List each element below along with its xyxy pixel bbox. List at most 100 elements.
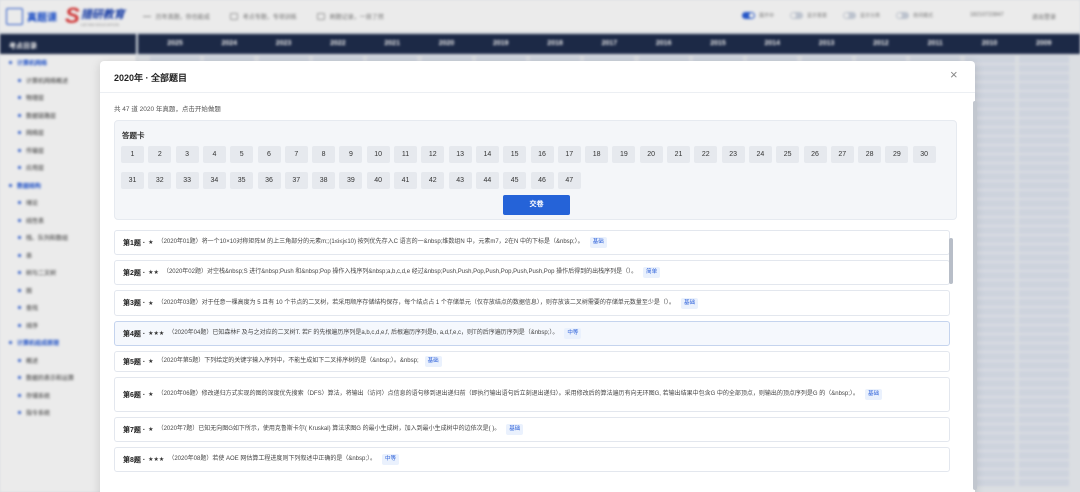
question-number-button[interactable]: 44 xyxy=(475,172,499,189)
question-text-wrap: （2020年01题）将一个10×10对称矩阵M 的上三角部分的元素m;;(1≤i… xyxy=(158,237,941,248)
question-number-button[interactable]: 18 xyxy=(585,146,609,163)
difficulty-stars: ★ xyxy=(148,392,154,398)
question-number-button[interactable]: 33 xyxy=(175,172,199,189)
question-text: （2020年7题）已知无向图G如下所示，使用克鲁斯卡尔( Kruskal) 算法… xyxy=(157,426,501,432)
difficulty-badge: 基础 xyxy=(506,424,524,435)
question-number-button[interactable]: 9 xyxy=(339,146,363,163)
question-number: 第5题 · xyxy=(123,358,146,366)
modal-scroll-thumb[interactable] xyxy=(973,101,977,490)
year-questions-modal: 2020年 · 全部题目 × 共 47 道 2020 年真题，点击开始做题 答题… xyxy=(100,61,975,492)
difficulty-stars: ★ xyxy=(148,427,154,433)
question-text: （2020年01题）将一个10×10对称矩阵M 的上三角部分的元素m;;(1≤i… xyxy=(157,239,584,245)
question-number-button[interactable]: 12 xyxy=(421,146,445,163)
question-row[interactable]: 第8题 · ★★★ （2020年08题）若使 AOE 网估算工程进度则下列叙述中正确… xyxy=(114,447,950,472)
question-number-button[interactable]: 3 xyxy=(175,146,199,163)
question-number-button[interactable]: 26 xyxy=(803,146,827,163)
question-list: 第1题 · ★ （2020年01题）将一个10×10对称矩阵M 的上三角部分的元素m… xyxy=(114,230,950,492)
question-number-button[interactable]: 27 xyxy=(830,146,854,163)
question-number-button[interactable]: 25 xyxy=(776,146,800,163)
difficulty-stars: ★★★ xyxy=(148,457,165,463)
question-number-button[interactable]: 6 xyxy=(257,146,281,163)
question-number-button[interactable]: 7 xyxy=(284,146,308,163)
question-number-button[interactable]: 1 xyxy=(121,146,144,163)
question-number-button[interactable]: 45 xyxy=(503,172,527,189)
question-number-button[interactable]: 8 xyxy=(312,146,336,163)
question-number-button[interactable]: 10 xyxy=(366,146,390,163)
question-text: （2020年02题）对空栈&nbsp;S 进行&nbsp;Push 和&nbsp… xyxy=(162,269,638,275)
question-number-button[interactable]: 23 xyxy=(721,146,745,163)
difficulty-stars: ★★ xyxy=(148,270,159,276)
question-number-button[interactable]: 42 xyxy=(421,172,445,189)
question-text: （2020年第5题）下列给定的关键字输入序列中，不能生成如下二叉排序树的是（&n… xyxy=(157,358,419,364)
question-row[interactable]: 第2题 · ★★ （2020年02题）对空栈&nbsp;S 进行&nbsp;Push… xyxy=(114,260,950,285)
question-number-button[interactable]: 14 xyxy=(475,146,499,163)
question-number-button[interactable]: 35 xyxy=(230,172,254,189)
modal-description: 共 47 道 2020 年真题，点击开始做题 xyxy=(114,106,221,113)
question-number-button[interactable]: 2 xyxy=(148,146,172,163)
difficulty-badge: 基础 xyxy=(680,297,698,309)
question-text-wrap: （2020年08题）若使 AOE 网估算工程进度则下列叙述中正确的是（&nbsp… xyxy=(168,454,941,465)
question-text-wrap: （2020年03题）对于任意一棵高度为 5 且有 10 个节点的二叉树，若采用顺… xyxy=(157,297,941,309)
question-text: （2020年08题）若使 AOE 网估算工程进度则下列叙述中正确的是（&nbsp… xyxy=(168,456,377,462)
question-row[interactable]: 第5题 · ★ （2020年第5题）下列给定的关键字输入序列中，不能生成如下二叉排序… xyxy=(114,351,950,372)
question-number-button[interactable]: 34 xyxy=(202,172,226,189)
question-number-button[interactable]: 30 xyxy=(912,146,936,163)
question-number-button[interactable]: 13 xyxy=(448,146,472,163)
question-number-button[interactable]: 15 xyxy=(503,146,527,163)
question-number-button[interactable]: 4 xyxy=(202,146,226,163)
difficulty-badge: 基础 xyxy=(864,389,882,400)
question-row[interactable]: 第7题 · ★ （2020年7题）已知无向图G如下所示，使用克鲁斯卡尔( Krusk… xyxy=(114,417,950,442)
question-number: 第6题 · xyxy=(123,391,146,399)
question-number: 第7题 · xyxy=(123,426,146,434)
question-number-button[interactable]: 47 xyxy=(557,172,581,189)
question-row[interactable]: 第1题 · ★ （2020年01题）将一个10×10对称矩阵M 的上三角部分的元素m… xyxy=(114,230,950,255)
question-number-button[interactable]: 40 xyxy=(366,172,390,189)
difficulty-badge: 简单 xyxy=(643,267,661,278)
question-number: 第1题 · xyxy=(123,239,146,247)
question-list-scroll-thumb[interactable] xyxy=(949,238,953,284)
question-row[interactable]: 第6题 · ★ （2020年06题）修改递归方式实现的图的深度优先搜索（DFS）算法… xyxy=(114,377,950,412)
question-number-button[interactable]: 29 xyxy=(885,146,909,163)
question-text-wrap: （2020年第5题）下列给定的关键字输入序列中，不能生成如下二叉排序树的是（&n… xyxy=(158,356,941,367)
difficulty-badge: 基础 xyxy=(424,356,442,367)
question-number-button[interactable]: 41 xyxy=(394,172,417,189)
question-number-button[interactable]: 28 xyxy=(858,146,882,163)
question-number-button[interactable]: 31 xyxy=(121,172,144,189)
question-number-button[interactable]: 36 xyxy=(257,172,281,189)
question-number-button[interactable]: 11 xyxy=(394,146,417,163)
question-number-button[interactable]: 39 xyxy=(339,172,363,189)
difficulty-stars: ★ xyxy=(148,300,154,307)
question-number: 第3题 · xyxy=(123,300,146,307)
question-number-button[interactable]: 5 xyxy=(230,146,254,163)
question-text: （2020年06题）修改递归方式实现的图的深度优先搜索（DFS）算法，将输出（访… xyxy=(157,391,859,397)
difficulty-stars: ★ xyxy=(148,240,154,246)
question-number-button[interactable]: 19 xyxy=(612,146,636,163)
question-number: 第4题 · xyxy=(123,330,146,338)
question-number-button[interactable]: 20 xyxy=(639,146,663,163)
question-text: （2020年03题）对于任意一棵高度为 5 且有 10 个节点的二叉树，若采用顺… xyxy=(157,299,675,306)
question-text: （2020年04题）已知森林F 及与之对应的二叉树T. 若F 的先根遍历序列是a… xyxy=(168,330,559,336)
question-number: 第8题 · xyxy=(123,456,146,464)
question-number-button[interactable]: 22 xyxy=(694,146,718,163)
close-icon[interactable]: × xyxy=(950,67,958,82)
question-text-wrap: （2020年02题）对空栈&nbsp;S 进行&nbsp;Push 和&nbsp… xyxy=(163,267,941,278)
difficulty-badge: 中等 xyxy=(564,328,582,339)
question-number-button[interactable]: 21 xyxy=(667,146,690,163)
submit-button[interactable]: 交卷 xyxy=(503,195,570,215)
question-row[interactable]: 第3题 · ★ （2020年03题）对于任意一棵高度为 5 且有 10 个节点的二叉… xyxy=(114,290,950,316)
question-number-button[interactable]: 17 xyxy=(557,146,581,163)
question-number-button[interactable]: 32 xyxy=(148,172,172,189)
question-number-button[interactable]: 46 xyxy=(530,172,554,189)
difficulty-stars: ★★★ xyxy=(148,331,165,337)
answer-card-title: 答题卡 xyxy=(122,131,145,140)
question-number-button[interactable]: 24 xyxy=(748,146,772,163)
modal-title: 2020年 · 全部题目 xyxy=(114,73,188,83)
question-row[interactable]: 第4题 · ★★★ （2020年04题）已知森林F 及与之对应的二叉树T. 若F 的… xyxy=(114,321,950,346)
question-number-button[interactable]: 43 xyxy=(448,172,472,189)
question-number-button[interactable]: 37 xyxy=(284,172,308,189)
question-number-button[interactable]: 16 xyxy=(530,146,554,163)
question-number: 第2题 · xyxy=(123,269,146,277)
difficulty-badge: 基础 xyxy=(589,237,607,248)
question-number-button[interactable]: 38 xyxy=(312,172,336,189)
difficulty-badge: 中等 xyxy=(382,454,400,465)
